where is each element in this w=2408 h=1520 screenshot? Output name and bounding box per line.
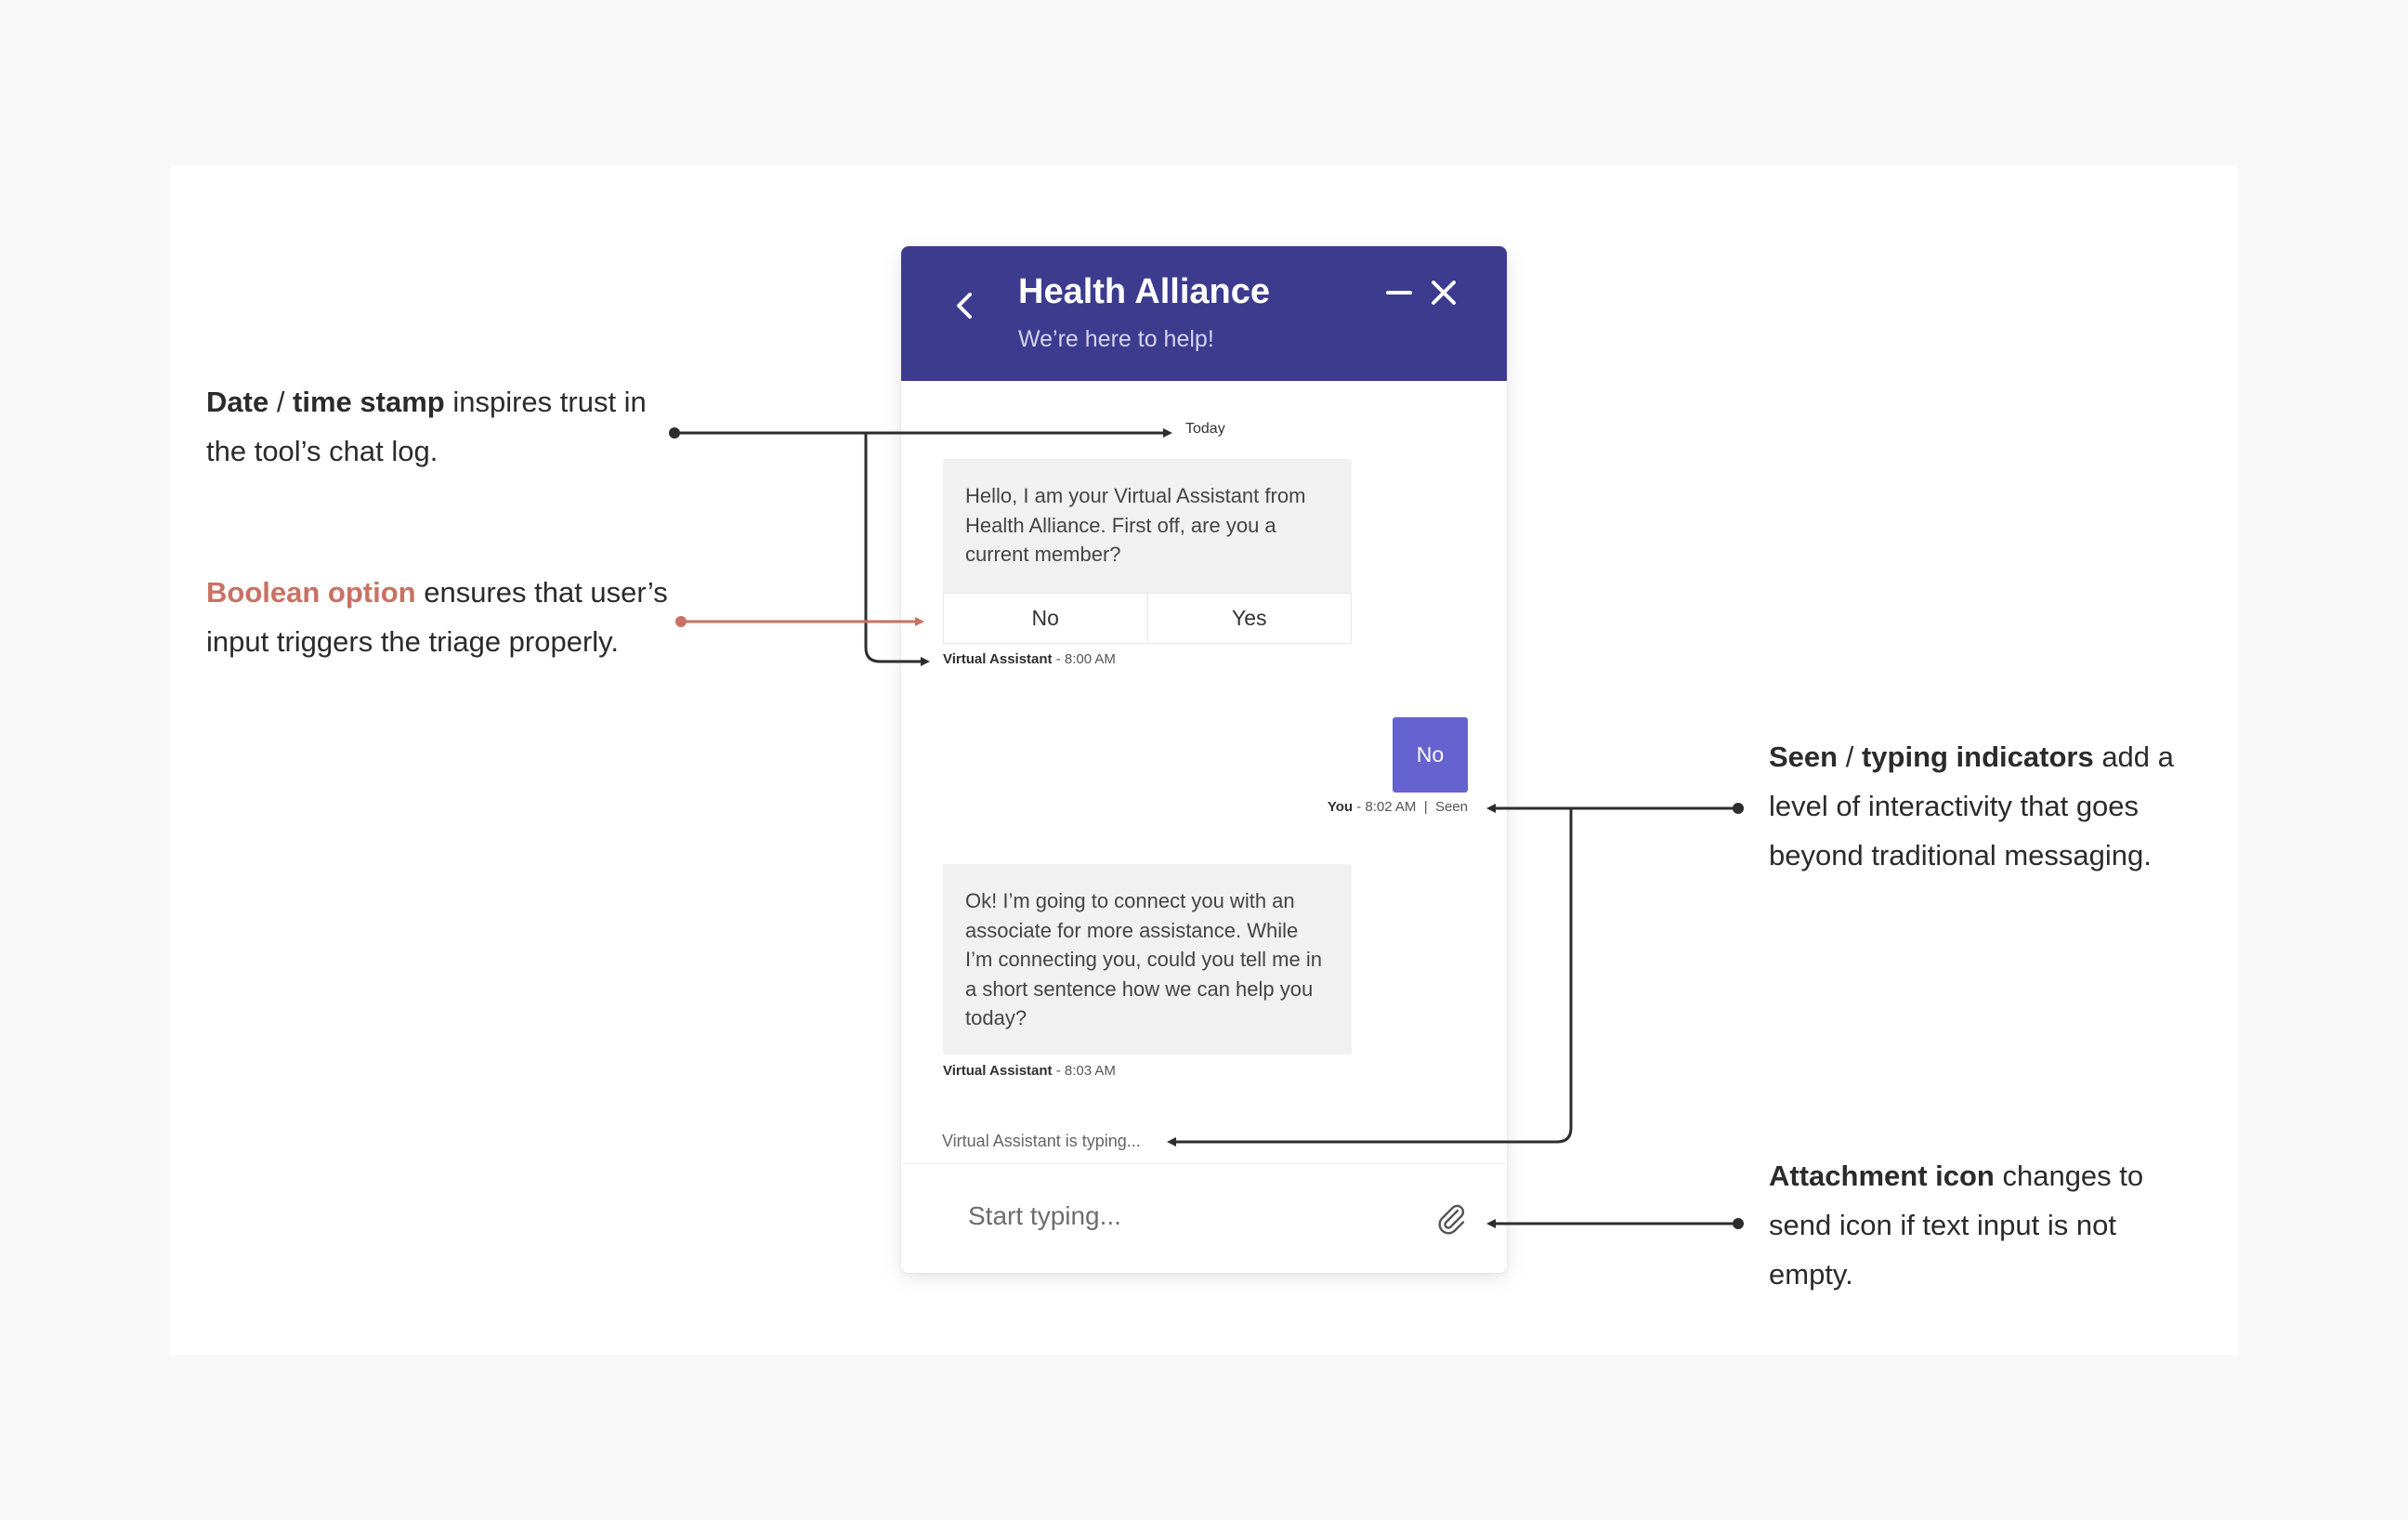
timestamp-connector (669, 427, 1172, 666)
boolean-connector (675, 616, 924, 627)
boolean-annotation: Boolean option ensures that user’s input… (206, 568, 689, 666)
annotation-keyword: Date (206, 386, 269, 418)
annotation-separator: / (268, 386, 294, 418)
annotation-keyword: Attachment icon (1769, 1160, 1995, 1192)
annotation-keyword: Boolean option (206, 576, 416, 609)
attachment-connector (1486, 1218, 1744, 1229)
annotation-keyword: typing indicators (1861, 740, 2094, 773)
seen-typing-connector (1167, 803, 1744, 1147)
annotation-keyword: time stamp (293, 386, 445, 418)
attachment-annotation: Attachment icon changes to send icon if … (1769, 1151, 2205, 1299)
annotation-separator: / (1838, 740, 1862, 773)
annotation-keyword: Seen (1769, 740, 1839, 773)
seen-typing-annotation: Seen / typing indicators add a level of … (1769, 732, 2205, 880)
timestamp-annotation: Date / time stamp inspires trust in the … (206, 377, 689, 476)
